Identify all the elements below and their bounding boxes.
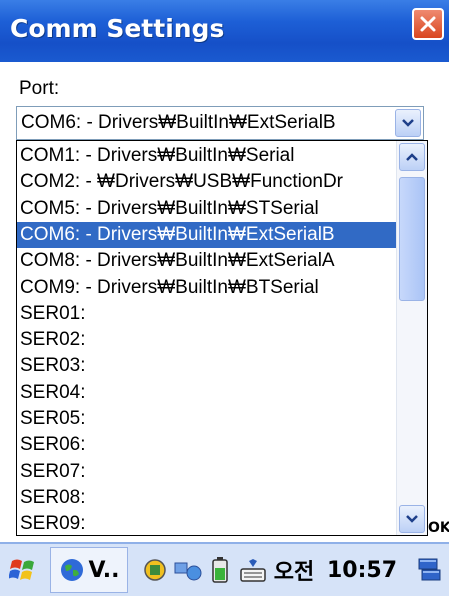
ok-button-partial[interactable]: OK: [428, 520, 449, 542]
battery-icon: [212, 557, 228, 583]
windows-logo-icon: [9, 559, 34, 580]
list-item[interactable]: SER03:: [17, 353, 397, 379]
ime-label: 오전: [273, 560, 315, 585]
list-item[interactable]: COM1: - Drivers₩BuiltIn₩Serial: [17, 143, 397, 169]
list-item[interactable]: SER02:: [17, 327, 397, 353]
scroll-up-button[interactable]: [399, 143, 425, 171]
keyboard-icon: [240, 559, 266, 582]
window-title: Comm Settings: [10, 14, 225, 43]
close-icon: [420, 16, 436, 32]
port-dropdown-list[interactable]: COM1: - Drivers₩BuiltIn₩Serial COM2: - ₩D…: [16, 140, 428, 536]
taskbar: V.. 오전 10:57: [0, 542, 449, 596]
list-item[interactable]: SER07:: [17, 459, 397, 485]
show-desktop-button[interactable]: [412, 544, 446, 596]
taskbar-app-label: V..: [88, 557, 120, 583]
title-bar: Comm Settings: [0, 0, 449, 62]
clock-time: 10:57: [326, 557, 398, 583]
list-item[interactable]: SER09:: [17, 511, 397, 535]
tray-sync-icon-button[interactable]: [172, 544, 204, 596]
chevron-down-icon: [402, 119, 414, 127]
sync-icon: [174, 562, 202, 581]
scroll-thumb[interactable]: [399, 177, 425, 301]
tray-network-icon-button[interactable]: [140, 544, 170, 596]
vertical-scrollbar[interactable]: [396, 141, 427, 535]
list-item[interactable]: SER01:: [17, 301, 397, 327]
clock[interactable]: 10:57: [322, 544, 402, 596]
globe-icon: [60, 559, 83, 581]
port-selected-value: COM6: - Drivers₩BuiltIn₩ExtSerialB: [21, 112, 336, 133]
combo-dropdown-button[interactable]: [395, 109, 421, 137]
close-button[interactable]: [412, 8, 444, 40]
list-item[interactable]: COM5: - Drivers₩BuiltIn₩STSerial: [17, 196, 397, 222]
list-item[interactable]: COM2: - ₩Drivers₩USB₩FunctionDr: [17, 169, 397, 195]
list-item[interactable]: SER04:: [17, 380, 397, 406]
start-button[interactable]: [4, 544, 44, 596]
list-item[interactable]: SER08:: [17, 485, 397, 511]
list-item[interactable]: COM6: - Drivers₩BuiltIn₩ExtSerialB: [17, 221, 397, 248]
list-item[interactable]: COM9: - Drivers₩BuiltIn₩BTSerial: [17, 275, 397, 301]
tray-battery-icon-button[interactable]: [206, 544, 234, 596]
list-item[interactable]: COM8: - Drivers₩BuiltIn₩ExtSerialA: [17, 248, 397, 274]
ime-indicator[interactable]: 오전: [272, 544, 316, 596]
desktop-icon: [418, 558, 441, 581]
scroll-down-button[interactable]: [399, 505, 425, 533]
tray-keyboard-icon-button[interactable]: [238, 544, 268, 596]
list-item[interactable]: SER05:: [17, 406, 397, 432]
chevron-down-icon: [406, 515, 418, 523]
list-item[interactable]: SER06:: [17, 432, 397, 458]
taskbar-app-button[interactable]: V..: [50, 547, 128, 593]
port-combobox[interactable]: COM6: - Drivers₩BuiltIn₩ExtSerialB: [16, 106, 424, 140]
port-label: Port:: [19, 78, 60, 99]
network-icon: [144, 559, 166, 581]
chevron-up-icon: [406, 153, 418, 161]
